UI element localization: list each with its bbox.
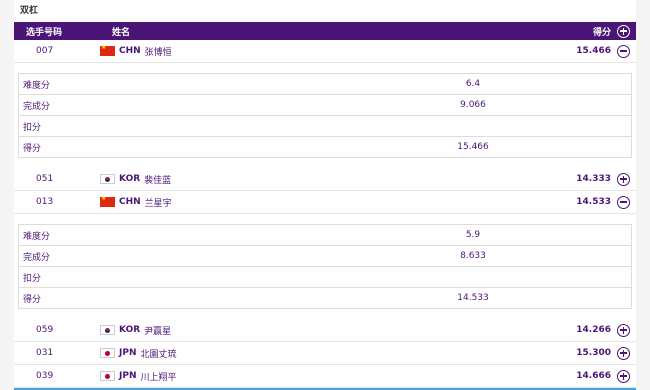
athlete-noc: KOR [119, 174, 141, 184]
athlete-row[interactable]: 039 JPN 川上翔平 14.666 [14, 365, 636, 388]
detail-label: 难度分 [23, 80, 51, 91]
results-panel: 双杠 选手号码 姓名 得分 007 CHN 张博恒 15.466 难度分 6.4… [14, 0, 636, 390]
expand-icon[interactable] [617, 346, 630, 360]
athlete-name-cell: JPN 北園丈琉 [94, 347, 531, 360]
athlete-name: 张博恒 [144, 47, 172, 58]
detail-value: 14.533 [457, 293, 489, 303]
detail-row-penalty: 扣分 [19, 116, 631, 137]
detail-row-difficulty: 难度分 6.4 [19, 74, 631, 95]
athlete-name-cell: JPN 川上翔平 [94, 370, 531, 383]
detail-value: 9.066 [460, 100, 486, 110]
korea-flag-icon [100, 325, 115, 335]
athlete-row[interactable]: 051 KOR 裴佳蓝 14.333 [14, 168, 636, 191]
detail-label: 得分 [23, 294, 42, 305]
athlete-row[interactable]: 059 KOR 尹赢星 14.266 [14, 319, 636, 342]
expand-all-icon[interactable] [617, 24, 630, 38]
japan-flag-icon [100, 348, 115, 358]
detail-row-total: 得分 15.466 [19, 137, 631, 157]
athlete-score: 14.266 [576, 325, 611, 335]
expand-icon[interactable] [617, 369, 630, 383]
detail-value: 8.633 [460, 251, 486, 261]
collapse-icon[interactable] [617, 44, 630, 58]
china-flag-icon [100, 44, 115, 56]
athlete-score: 14.533 [576, 197, 611, 207]
expand-icon[interactable] [617, 323, 630, 337]
detail-row-execution: 完成分 9.066 [19, 95, 631, 116]
athlete-row[interactable]: 013 CHN 兰星宇 14.533 [14, 191, 636, 214]
athlete-num: 013 [36, 197, 54, 207]
athlete-noc: CHN [119, 46, 141, 56]
header-score: 得分 [592, 27, 611, 38]
detail-label: 扣分 [23, 122, 42, 133]
detail-value: 6.4 [465, 79, 481, 89]
detail-label: 得分 [23, 143, 42, 154]
detail-label: 难度分 [23, 231, 51, 242]
collapse-icon[interactable] [617, 195, 630, 209]
athlete-num: 039 [36, 371, 54, 381]
athlete-name-cell: CHN 张博恒 [94, 44, 531, 58]
athlete-score: 15.466 [576, 46, 611, 56]
detail-row-penalty: 扣分 [19, 267, 631, 288]
athlete-name-cell: CHN 兰星宇 [94, 195, 531, 209]
section-title: 双杠 [20, 6, 39, 16]
detail-value: 15.466 [457, 142, 489, 152]
detail-row-execution: 完成分 8.633 [19, 246, 631, 267]
detail-value: 5.9 [465, 230, 481, 240]
athlete-row[interactable]: 007 CHN 张博恒 15.466 [14, 40, 636, 63]
table-header: 选手号码 姓名 得分 [14, 22, 636, 40]
athlete-num: 059 [36, 325, 54, 335]
header-num: 选手号码 [26, 27, 63, 38]
athlete-name: 兰星宇 [144, 198, 172, 209]
detail-label: 完成分 [23, 101, 51, 112]
athlete-noc: KOR [119, 325, 141, 335]
athlete-score: 14.333 [576, 174, 611, 184]
athlete-noc: JPN [119, 371, 137, 381]
athlete-noc: CHN [119, 197, 141, 207]
athlete-name: 川上翔平 [140, 372, 177, 383]
detail-row-total: 得分 14.533 [19, 288, 631, 308]
athlete-num: 007 [36, 46, 54, 56]
athlete-score: 15.300 [576, 348, 611, 358]
score-detail: 难度分 5.9 完成分 8.633 扣分 得分 14.533 [18, 224, 632, 309]
athlete-noc: JPN [119, 348, 137, 358]
athlete-num: 051 [36, 174, 54, 184]
header-name: 姓名 [112, 27, 131, 38]
korea-flag-icon [100, 174, 115, 184]
score-detail: 难度分 6.4 完成分 9.066 扣分 得分 15.466 [18, 73, 632, 158]
athlete-name: 北園丈琉 [140, 349, 177, 360]
athlete-row[interactable]: 031 JPN 北園丈琉 15.300 [14, 342, 636, 365]
athlete-num: 031 [36, 348, 54, 358]
detail-row-difficulty: 难度分 5.9 [19, 225, 631, 246]
athlete-score: 14.666 [576, 371, 611, 381]
athlete-name: 尹赢星 [144, 326, 172, 337]
expand-icon[interactable] [617, 172, 630, 186]
china-flag-icon [100, 195, 115, 207]
japan-flag-icon [100, 371, 115, 381]
detail-label: 扣分 [23, 273, 42, 284]
athlete-name: 裴佳蓝 [144, 175, 172, 186]
detail-label: 完成分 [23, 252, 51, 263]
athlete-name-cell: KOR 裴佳蓝 [94, 173, 531, 186]
athlete-name-cell: KOR 尹赢星 [94, 324, 531, 337]
